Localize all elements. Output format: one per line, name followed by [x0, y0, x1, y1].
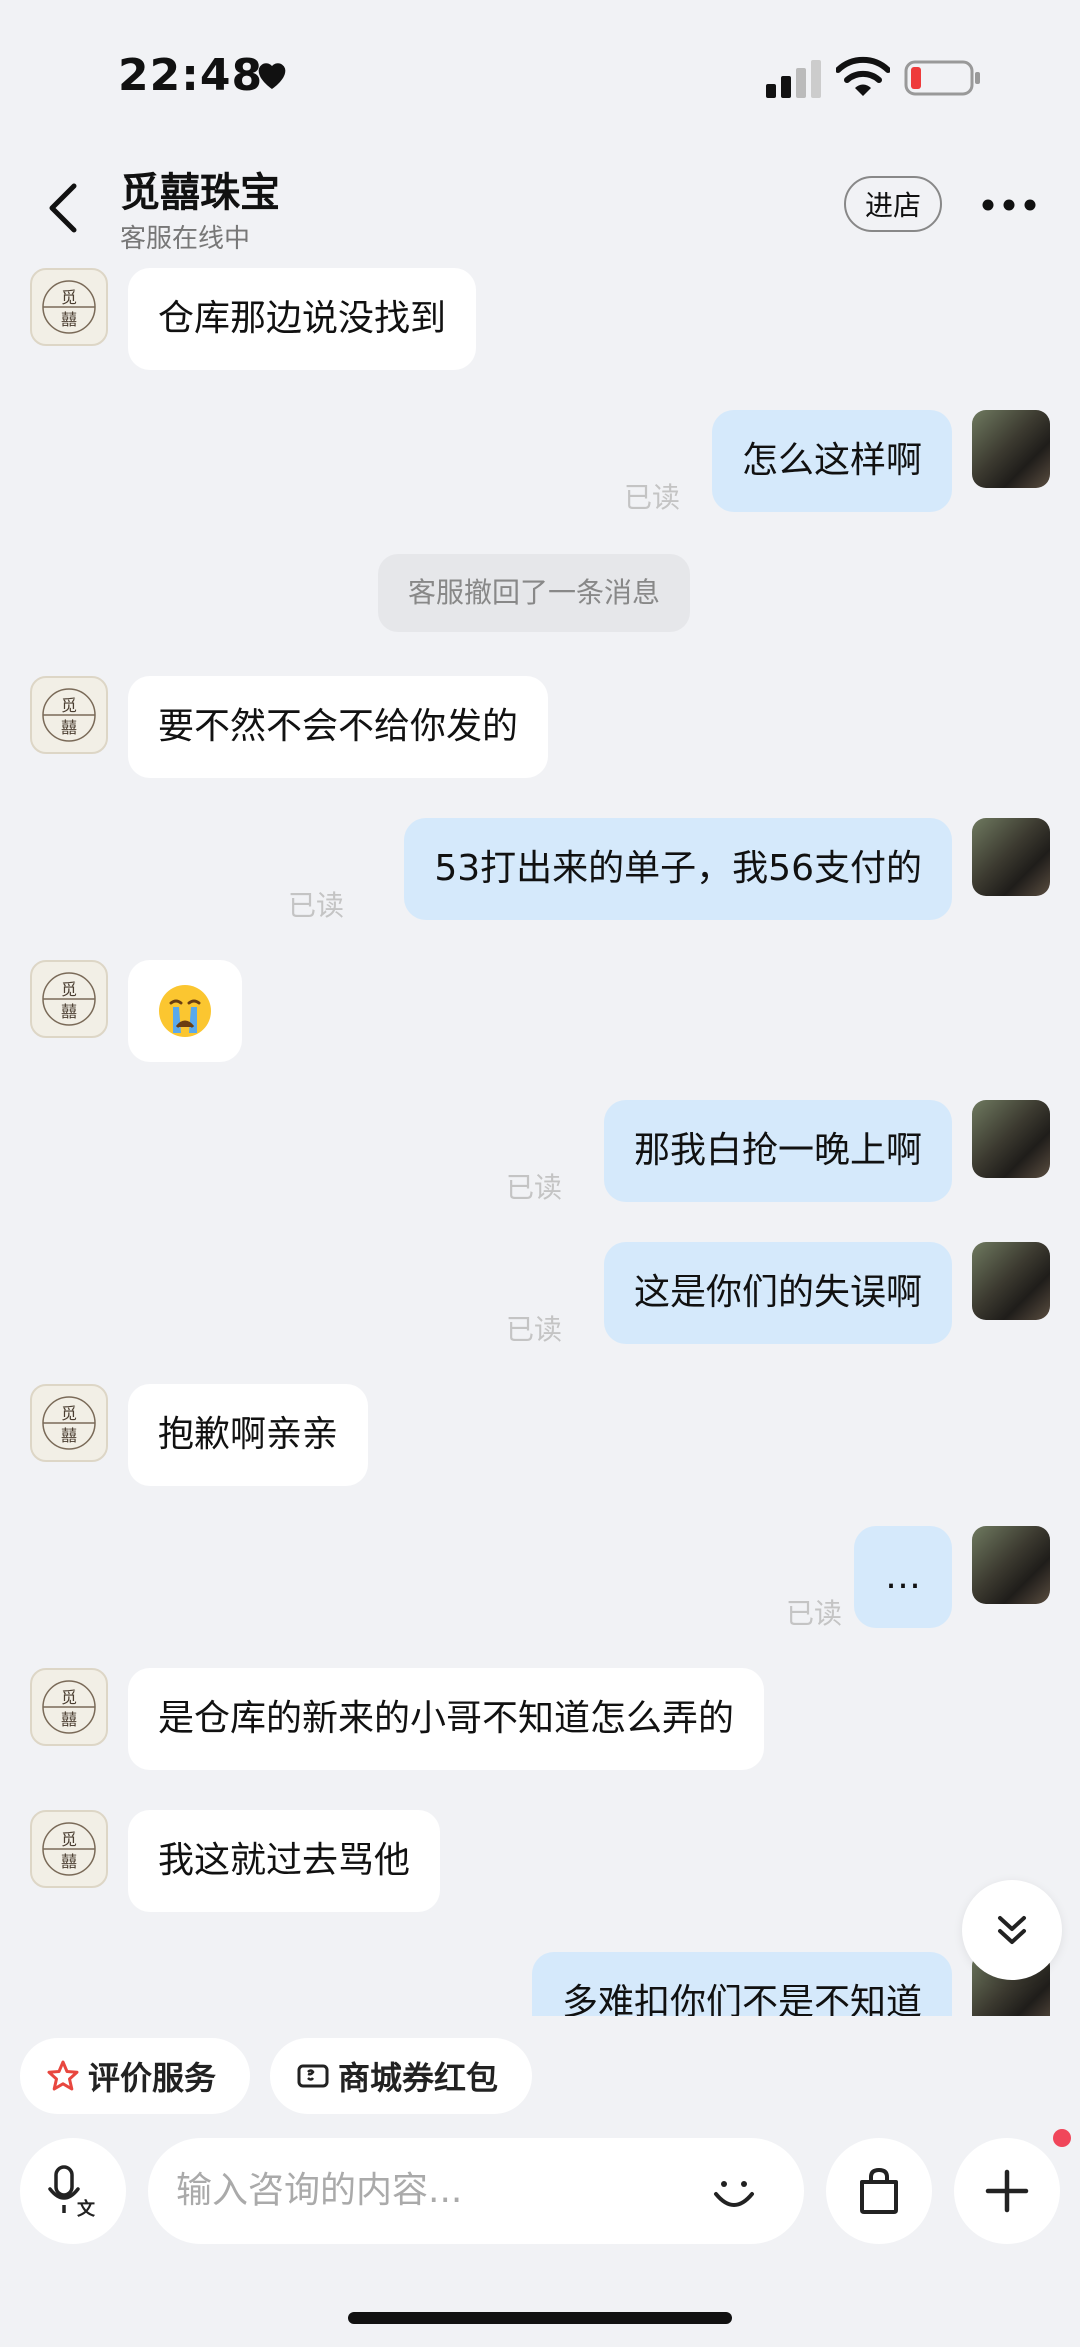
svg-text:觅: 觅	[61, 288, 77, 307]
shopping-bag-icon	[860, 2167, 898, 2214]
svg-text:囍: 囍	[61, 310, 77, 329]
shop-avatar[interactable]: 觅囍	[30, 1810, 108, 1888]
shop-logo-icon: 觅囍	[42, 972, 96, 1026]
message-bubble-incoming[interactable]: 抱歉啊亲亲	[128, 1384, 369, 1486]
read-receipt: 已读	[623, 481, 680, 514]
svg-text:文: 文	[77, 2198, 96, 2219]
message-bubble-incoming[interactable]	[128, 960, 242, 1062]
coupon-chip[interactable]: 商城券红包	[270, 2038, 532, 2114]
svg-text:囍: 囍	[61, 1852, 77, 1871]
shop-logo-icon: 觅囍	[42, 1822, 96, 1876]
double-chevron-down-icon	[998, 1916, 1026, 1944]
voice-to-text-icon: 文	[48, 2165, 96, 2219]
notification-dot	[1053, 2129, 1071, 2147]
scroll-to-bottom-button[interactable]	[962, 1880, 1062, 1980]
coupon-icon	[297, 2064, 329, 2088]
shop-avatar[interactable]: 觅囍	[30, 1668, 108, 1746]
svg-text:囍: 囍	[61, 1710, 77, 1729]
voice-input-button[interactable]: 文	[20, 2138, 126, 2244]
svg-text:觅: 觅	[61, 1404, 77, 1423]
read-receipt: 已读	[505, 1171, 562, 1204]
shop-name: 觅囍珠宝	[120, 170, 280, 216]
read-receipt: 已读	[505, 1313, 562, 1346]
status-time: 22:48	[118, 50, 264, 101]
shop-avatar[interactable]: 觅囍	[30, 960, 108, 1038]
svg-text:觅: 觅	[61, 1830, 77, 1849]
emoji-icon[interactable]	[706, 2164, 762, 2220]
read-receipt: 已读	[287, 889, 344, 922]
message-bubble-incoming[interactable]: 仓库那边说没找到	[128, 268, 477, 370]
shop-logo-icon: 觅囍	[42, 280, 96, 334]
chat-clip-region: 多难扣你们不是不知道	[0, 1952, 1080, 2016]
shop-logo-icon: 觅囍	[42, 1396, 96, 1450]
battery-low-icon	[904, 60, 980, 96]
message-bubble-incoming[interactable]: 我这就过去骂他	[128, 1810, 441, 1912]
service-status: 客服在线中	[120, 224, 251, 254]
user-avatar[interactable]	[972, 818, 1050, 896]
user-avatar[interactable]	[972, 410, 1050, 488]
svg-text:囍: 囍	[61, 1426, 77, 1445]
recall-notice: 客服撤回了一条消息	[378, 554, 691, 632]
plus-icon	[985, 2169, 1029, 2213]
message-bubble-outgoing[interactable]: …	[854, 1526, 952, 1628]
home-indicator	[348, 2312, 732, 2324]
more-icon[interactable]	[982, 196, 1036, 214]
rate-service-label: 评价服务	[88, 2059, 217, 2097]
message-bubble-incoming[interactable]: 是仓库的新来的小哥不知道怎么弄的	[128, 1668, 765, 1770]
star-icon	[47, 2060, 79, 2091]
cellular-signal-icon	[766, 60, 821, 98]
crying-emoji-icon	[159, 985, 211, 1037]
wifi-icon	[836, 56, 890, 96]
enter-shop-button[interactable]: 进店	[844, 176, 942, 232]
shop-logo-icon: 觅囍	[42, 1680, 96, 1734]
svg-text:囍: 囍	[61, 718, 77, 737]
message-bubble-outgoing[interactable]: 这是你们的失误啊	[603, 1242, 952, 1344]
more-functions-button[interactable]	[954, 2138, 1060, 2244]
svg-text:囍: 囍	[61, 1002, 77, 1021]
coupon-label: 商城券红包	[338, 2059, 499, 2097]
shop-avatar[interactable]: 觅囍	[30, 1384, 108, 1462]
svg-text:觅: 觅	[61, 1688, 77, 1707]
shop-avatar[interactable]: 觅囍	[30, 268, 108, 346]
message-bubble-outgoing[interactable]: 怎么这样啊	[711, 410, 952, 512]
heart-icon	[258, 63, 286, 89]
user-avatar[interactable]	[972, 1526, 1050, 1604]
shop-logo-icon: 觅囍	[42, 688, 96, 742]
read-receipt: 已读	[785, 1597, 842, 1630]
product-bag-button[interactable]	[826, 2138, 932, 2244]
back-arrow-icon[interactable]	[40, 178, 90, 238]
message-bubble-outgoing[interactable]: 那我白抢一晚上啊	[603, 1100, 952, 1202]
svg-text:觅: 觅	[61, 696, 77, 715]
message-bubble-outgoing[interactable]: 多难扣你们不是不知道	[531, 1952, 952, 2016]
rate-service-chip[interactable]: 评价服务	[20, 2038, 250, 2114]
user-avatar[interactable]	[972, 1242, 1050, 1320]
svg-text:觅: 觅	[61, 980, 77, 999]
user-avatar[interactable]	[972, 1100, 1050, 1178]
message-bubble-outgoing[interactable]: 53打出来的单子，我56支付的	[404, 818, 952, 920]
message-bubble-incoming[interactable]: 要不然不会不给你发的	[128, 676, 549, 778]
shop-avatar[interactable]: 觅囍	[30, 676, 108, 754]
